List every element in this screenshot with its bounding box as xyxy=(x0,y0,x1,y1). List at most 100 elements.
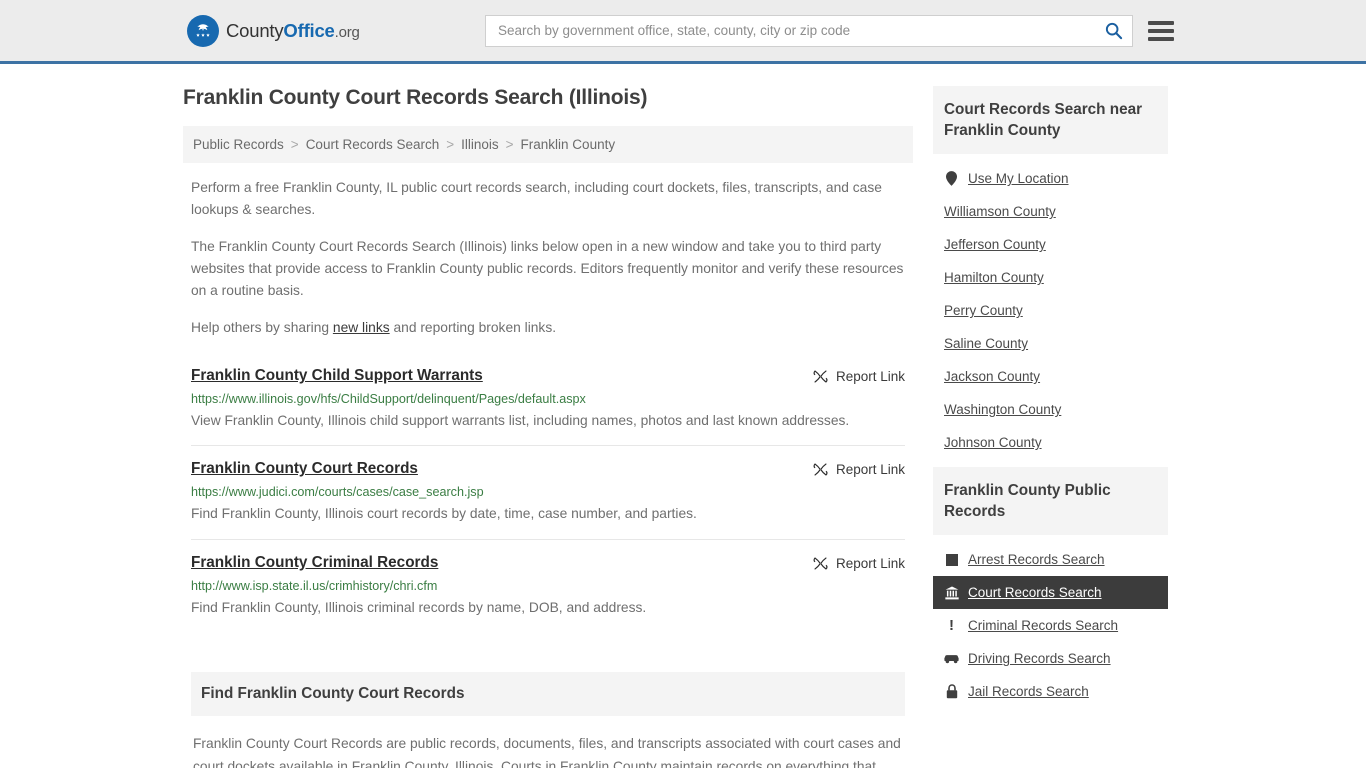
fingerprint-icon xyxy=(944,553,959,566)
nearby-search-heading: Court Records Search near Franklin Count… xyxy=(933,86,1168,155)
sidebar-item-saline-county[interactable]: Saline County xyxy=(933,327,1168,360)
page-body: Franklin County Court Records Search (Il… xyxy=(183,64,1183,768)
report-link-label: Report Link xyxy=(835,462,905,478)
hamburger-menu-icon[interactable] xyxy=(1148,20,1174,41)
header-inner: CountyOffice.org xyxy=(183,0,1183,61)
result-url: http://www.isp.state.il.us/crimhistory/c… xyxy=(191,578,438,593)
breadcrumb-separator: > xyxy=(290,137,299,152)
result-item: Franklin County Court Records Report Lin… xyxy=(191,445,905,538)
result-header: Franklin County Court Records Report Lin… xyxy=(191,460,905,478)
breadcrumb: Public Records > Court Records Search > … xyxy=(183,126,913,163)
nearby-county-list: Use My Location Williamson County Jeffer… xyxy=(933,154,1168,459)
result-header: Franklin County Child Support Warrants R… xyxy=(191,367,905,385)
sidebar-link-label[interactable]: Johnson County xyxy=(944,435,1042,450)
sidebar-link-label[interactable]: Washington County xyxy=(944,402,1061,417)
sidebar-link-label[interactable]: Jackson County xyxy=(944,369,1040,384)
find-records-section: Find Franklin County Court Records Frank… xyxy=(183,672,913,768)
sidebar-link-label[interactable]: Jefferson County xyxy=(944,237,1046,252)
main-column: Franklin County Court Records Search (Il… xyxy=(183,86,913,768)
logo-text-county: County xyxy=(226,19,284,41)
car-icon xyxy=(944,653,959,664)
sidebar: Court Records Search near Franklin Count… xyxy=(933,86,1168,716)
result-title-link[interactable]: Franklin County Court Records xyxy=(191,460,418,478)
report-link-label: Report Link xyxy=(835,555,905,571)
sidebar-item-johnson-county[interactable]: Johnson County xyxy=(933,426,1168,459)
sidebar-link-label[interactable]: Perry County xyxy=(944,303,1023,318)
sidebar-link-label[interactable]: Court Records Search xyxy=(968,585,1102,600)
report-link-button[interactable]: Report Link xyxy=(813,554,905,571)
sidebar-item-use-my-location[interactable]: Use My Location xyxy=(933,162,1168,195)
search-area xyxy=(485,14,1174,47)
page-title: Franklin County Court Records Search (Il… xyxy=(183,86,648,109)
breadcrumb-item-court-records-search[interactable]: Court Records Search xyxy=(306,137,440,152)
broken-link-icon xyxy=(813,557,828,570)
public-records-list: Arrest Records Search Court Records Sear… xyxy=(933,535,1168,708)
intro-text: Perform a free Franklin County, IL publi… xyxy=(183,163,913,339)
eagle-seal-icon xyxy=(187,14,219,47)
hamburger-bar xyxy=(1148,36,1174,41)
intro-paragraph-1: Perform a free Franklin County, IL publi… xyxy=(191,180,882,218)
logo-wordmark: CountyOffice.org xyxy=(226,20,360,42)
result-title-link[interactable]: Franklin County Criminal Records xyxy=(191,554,438,572)
sidebar-link-label[interactable]: Williamson County xyxy=(944,204,1056,219)
public-records-heading: Franklin County Public Records xyxy=(933,467,1168,536)
sidebar-link-label[interactable]: Jail Records Search xyxy=(968,684,1089,699)
sidebar-link-label[interactable]: Use My Location xyxy=(968,171,1069,186)
report-link-label: Report Link xyxy=(835,369,905,385)
results-list: Franklin County Child Support Warrants R… xyxy=(183,353,913,632)
sidebar-item-jail-records-search[interactable]: Jail Records Search xyxy=(933,675,1168,708)
sidebar-link-label[interactable]: Criminal Records Search xyxy=(968,618,1118,633)
search-box[interactable] xyxy=(485,14,1133,47)
result-header: Franklin County Criminal Records Report … xyxy=(191,554,905,572)
breadcrumb-item-illinois[interactable]: Illinois xyxy=(461,137,499,152)
sidebar-item-jefferson-county[interactable]: Jefferson County xyxy=(933,228,1168,261)
sidebar-item-perry-county[interactable]: Perry County xyxy=(933,294,1168,327)
breadcrumb-separator: > xyxy=(505,137,514,152)
result-item: Franklin County Criminal Records Report … xyxy=(191,538,905,632)
hamburger-bar xyxy=(1148,28,1174,33)
breadcrumb-item-public-records[interactable]: Public Records xyxy=(193,137,284,152)
sidebar-item-criminal-records-search[interactable]: ! Criminal Records Search xyxy=(933,609,1168,642)
intro-p3-before: Help others by sharing xyxy=(191,319,333,335)
section-body-text: Franklin County Court Records are public… xyxy=(193,736,901,768)
sidebar-item-arrest-records-search[interactable]: Arrest Records Search xyxy=(933,543,1168,576)
sidebar-link-label[interactable]: Hamilton County xyxy=(944,270,1044,285)
intro-paragraph-2: The Franklin County Court Records Search… xyxy=(191,238,904,299)
site-logo[interactable]: CountyOffice.org xyxy=(187,14,360,47)
sidebar-item-hamilton-county[interactable]: Hamilton County xyxy=(933,261,1168,294)
report-link-button[interactable]: Report Link xyxy=(813,367,905,384)
broken-link-icon xyxy=(813,370,828,383)
public-records-card: Franklin County Public Records Arrest Re… xyxy=(933,467,1168,708)
sidebar-item-jackson-county[interactable]: Jackson County xyxy=(933,360,1168,393)
sidebar-link-label[interactable]: Arrest Records Search xyxy=(968,552,1105,567)
search-button[interactable] xyxy=(1100,18,1126,44)
search-icon xyxy=(1105,22,1122,40)
result-url: https://www.judici.com/courts/cases/case… xyxy=(191,485,484,500)
result-url: https://www.illinois.gov/hfs/ChildSuppor… xyxy=(191,392,586,407)
site-header: CountyOffice.org xyxy=(0,0,1366,64)
result-description: Find Franklin County, Illinois criminal … xyxy=(191,599,647,615)
sidebar-link-label[interactable]: Saline County xyxy=(944,336,1028,351)
sidebar-item-driving-records-search[interactable]: Driving Records Search xyxy=(933,642,1168,675)
result-title-link[interactable]: Franklin County Child Support Warrants xyxy=(191,367,483,385)
breadcrumb-item-franklin-county: Franklin County xyxy=(520,137,616,152)
sidebar-link-label[interactable]: Driving Records Search xyxy=(968,651,1111,666)
intro-p3-after: and reporting broken links. xyxy=(389,319,557,335)
report-link-button[interactable]: Report Link xyxy=(813,460,905,477)
breadcrumb-separator: > xyxy=(446,137,455,152)
map-pin-icon xyxy=(944,171,959,187)
section-heading: Find Franklin County Court Records xyxy=(191,672,905,717)
search-input[interactable] xyxy=(498,23,1100,38)
new-links-link[interactable]: new links xyxy=(333,320,390,335)
result-description: View Franklin County, Illinois child sup… xyxy=(191,413,850,429)
result-description: Find Franklin County, Illinois court rec… xyxy=(191,506,697,522)
intro-paragraph-3: Help others by sharing new links and rep… xyxy=(191,317,905,339)
logo-text-org: .org xyxy=(334,23,360,41)
courthouse-icon xyxy=(944,586,959,600)
sidebar-item-washington-county[interactable]: Washington County xyxy=(933,393,1168,426)
sidebar-item-williamson-county[interactable]: Williamson County xyxy=(933,195,1168,228)
hamburger-bar xyxy=(1148,20,1174,25)
nearby-search-card: Court Records Search near Franklin Count… xyxy=(933,86,1168,459)
sidebar-item-court-records-search[interactable]: Court Records Search xyxy=(933,576,1168,610)
exclamation-icon: ! xyxy=(949,617,954,635)
